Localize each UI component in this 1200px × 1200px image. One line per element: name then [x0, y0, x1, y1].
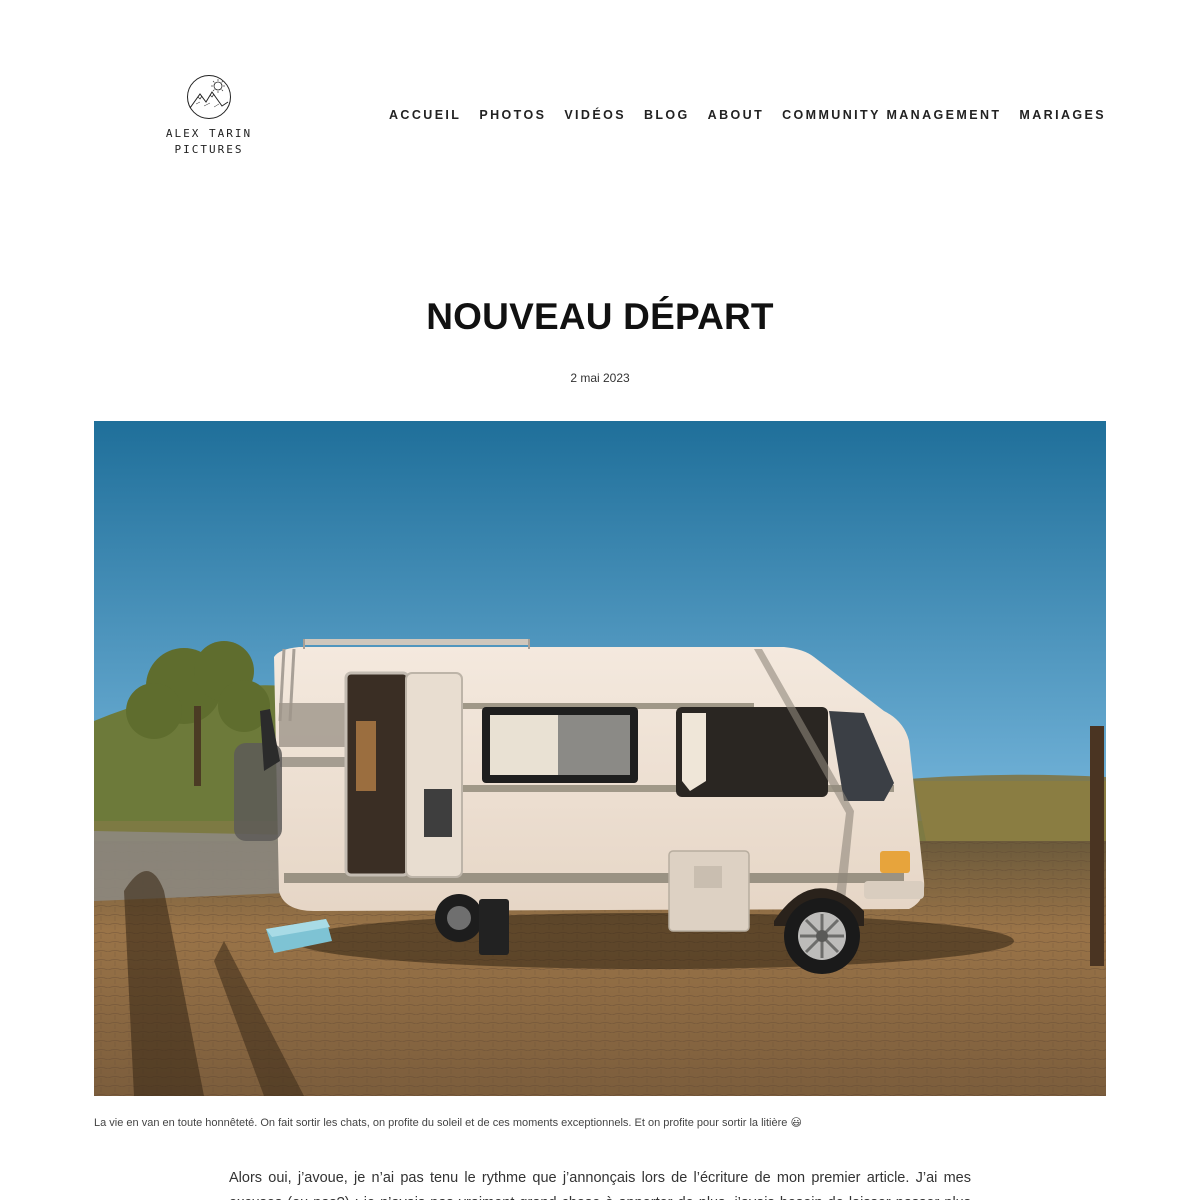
site-logo[interactable]: ALEX TARIN PICTURES: [164, 74, 254, 158]
article-body-paragraph: Alors oui, j’avoue, je n’ai pas tenu le …: [229, 1170, 971, 1200]
article-title: NOUVEAU DÉPART: [426, 296, 774, 337]
logo-line-1: ALEX TARIN: [165, 127, 253, 140]
nav-item-community-management[interactable]: COMMUNITY MANAGEMENT: [782, 108, 1001, 122]
campervan-photo: [94, 421, 1106, 1096]
mountain-sun-icon: [187, 75, 231, 119]
nav-item-photos[interactable]: PHOTOS: [479, 108, 546, 122]
nav-item-about[interactable]: ABOUT: [708, 108, 764, 122]
article-date: 2 mai 2023: [570, 371, 630, 385]
logo-line-2: PICTURES: [174, 143, 244, 156]
nav-item-mariages[interactable]: MARIAGES: [1019, 108, 1106, 122]
nav-item-blog[interactable]: BLOG: [644, 108, 690, 122]
nav-item-accueil[interactable]: ACCUEIL: [389, 108, 461, 122]
nav-item-videos[interactable]: VIDÉOS: [564, 108, 626, 122]
image-caption: La vie en van en toute honnêteté. On fai…: [94, 1117, 802, 1129]
main-navigation: ACCUEIL PHOTOS VIDÉOS BLOG ABOUT COMMUNI…: [389, 108, 1106, 122]
hero-image: [94, 421, 1106, 1096]
